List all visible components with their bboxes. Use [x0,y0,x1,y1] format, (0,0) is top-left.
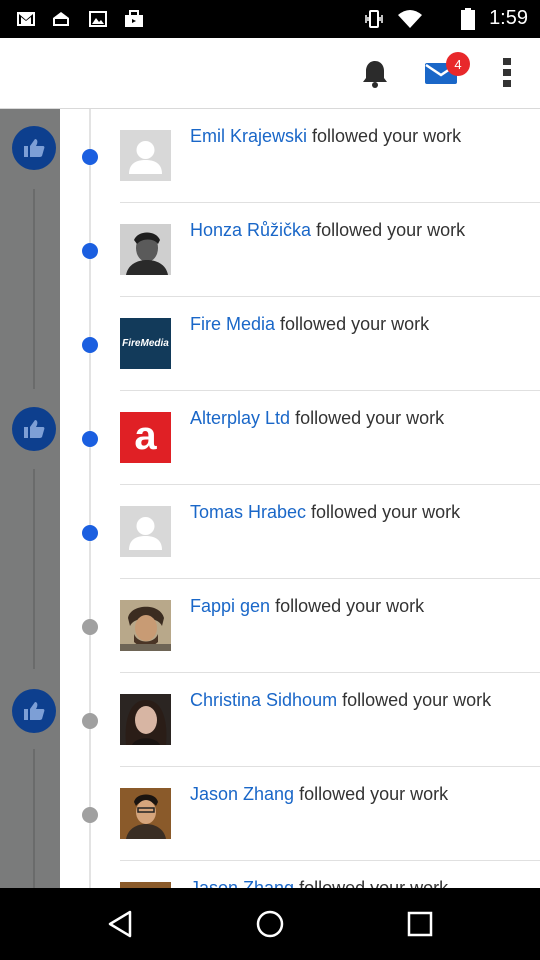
user-link[interactable]: Jason Zhang [190,784,294,804]
notification-text: Fire Media followed your work [190,314,429,335]
notification-item[interactable]: Jason Zhang followed your work [60,767,540,861]
image-icon [89,11,107,27]
rail-line [33,749,35,888]
wifi-icon [398,10,422,28]
user-link[interactable]: Jason Zhang [190,878,294,888]
action-text: followed your work [290,408,445,428]
battery-icon [461,8,475,30]
alterplay-logo: a [134,413,157,458]
like-button[interactable] [12,407,56,451]
notification-text: Christina Sidhoum followed your work [190,690,491,711]
action-text: followed your work [306,502,461,522]
unread-dot [82,243,98,259]
avatar[interactable] [120,694,171,745]
recents-square-icon [407,911,433,937]
unread-dot [82,525,98,541]
like-button[interactable] [12,126,56,170]
action-text: followed your work [270,596,425,616]
user-photo [120,600,171,651]
inbox-icon [53,12,69,26]
notification-text: Honza Růžička followed your work [190,220,465,241]
back-triangle-icon [108,910,132,938]
notification-text: Fappi gen followed your work [190,596,424,617]
notification-item[interactable]: Jason Zhang followed your work [60,861,540,888]
notification-text: Jason Zhang followed your work [190,784,448,805]
user-link[interactable]: Honza Růžička [190,220,311,240]
briefcase-icon [125,10,143,27]
rail-line [33,469,35,669]
rail-line [33,189,35,389]
read-dot [82,713,98,729]
user-link[interactable]: Alterplay Ltd [190,408,290,428]
user-placeholder-icon [120,130,171,181]
avatar[interactable] [120,506,171,557]
gmail-icon [17,12,35,26]
avatar[interactable]: a [120,412,171,463]
read-dot [82,807,98,823]
notification-text: Alterplay Ltd followed your work [190,408,444,429]
notifications-button[interactable] [358,56,392,90]
user-link[interactable]: Fappi gen [190,596,270,616]
user-photo [120,224,171,275]
notification-item[interactable]: Honza Růžička followed your work [60,203,540,297]
more-vert-icon [503,58,511,87]
action-text: followed your work [294,878,449,888]
read-dot [82,619,98,635]
avatar[interactable]: FireMedia [120,318,171,369]
vibrate-icon [365,10,383,28]
user-placeholder-icon [120,506,171,557]
notification-item[interactable]: a Alterplay Ltd followed your work [60,391,540,485]
like-button[interactable] [12,689,56,733]
unread-dot [82,337,98,353]
notification-text: Emil Krajewski followed your work [190,126,461,147]
thumbs-up-icon [24,702,45,720]
user-link[interactable]: Christina Sidhoum [190,690,337,710]
user-link[interactable]: Tomas Hrabec [190,502,306,522]
notifications-feed: Emil Krajewski followed your work Honza … [0,109,540,888]
notification-text: Tomas Hrabec followed your work [190,502,460,523]
notification-item[interactable]: Emil Krajewski followed your work [60,109,540,203]
more-options-button[interactable] [490,56,524,90]
recents-button[interactable] [402,906,438,942]
action-text: followed your work [294,784,449,804]
user-link[interactable]: Emil Krajewski [190,126,307,146]
status-bar: 1:59 [0,0,540,38]
action-text: followed your work [275,314,430,334]
user-link[interactable]: Fire Media [190,314,275,334]
user-photo [120,788,171,839]
notification-text: Jason Zhang followed your work [190,878,448,888]
notification-item[interactable]: Fappi gen followed your work [60,579,540,673]
unread-dot [82,431,98,447]
action-text: followed your work [307,126,462,146]
thumbs-up-icon [24,420,45,438]
back-button[interactable] [102,906,138,942]
home-button[interactable] [252,906,288,942]
action-text: followed your work [337,690,492,710]
notification-item[interactable]: Christina Sidhoum followed your work [60,673,540,767]
avatar[interactable] [120,788,171,839]
user-photo [120,694,171,745]
activity-rail [0,109,60,888]
avatar[interactable] [120,600,171,651]
bell-icon [363,61,387,88]
thumbs-up-icon [24,139,45,157]
navigation-bar [0,888,540,960]
notification-item[interactable]: FireMedia Fire Media followed your work [60,297,540,391]
mail-badge: 4 [446,52,470,76]
unread-dot [82,149,98,165]
firemedia-logo: FireMedia [122,338,169,349]
home-circle-icon [256,910,284,938]
action-text: followed your work [311,220,466,240]
avatar[interactable] [120,130,171,181]
notification-item[interactable]: Tomas Hrabec followed your work [60,485,540,579]
avatar[interactable] [120,224,171,275]
clock: 1:59 [489,7,528,29]
